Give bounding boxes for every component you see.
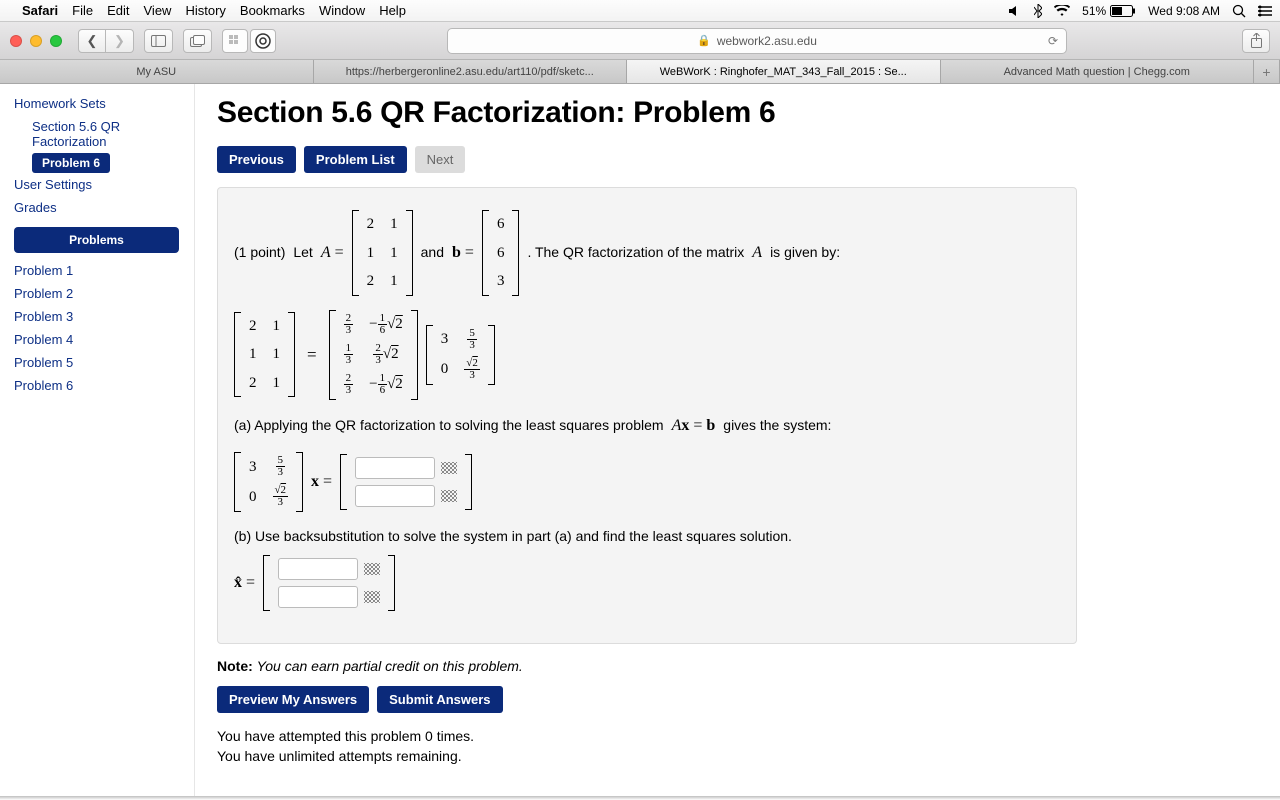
- answer-input-b2[interactable]: [278, 586, 358, 608]
- sidebar-problems-header: Problems: [14, 227, 179, 253]
- wifi-icon[interactable]: [1054, 5, 1070, 17]
- fullscreen-window-button[interactable]: [50, 35, 62, 47]
- menu-help[interactable]: Help: [379, 3, 406, 18]
- volume-icon[interactable]: [1008, 5, 1022, 17]
- menu-view[interactable]: View: [144, 3, 172, 18]
- show-sidebar-button[interactable]: [144, 29, 173, 53]
- notification-center-icon[interactable]: [1258, 5, 1272, 17]
- menu-clock[interactable]: Wed 9:08 AM: [1148, 4, 1220, 18]
- matrix-A-repeat: 211121: [234, 312, 295, 398]
- nav-homework-sets[interactable]: Homework Sets: [14, 92, 184, 115]
- nav-current-problem[interactable]: Problem 6: [32, 153, 110, 173]
- matrix-R: 3530√23: [426, 325, 495, 385]
- answer-input-b1[interactable]: [278, 558, 358, 580]
- page-title: Section 5.6 QR Factorization: Problem 6: [217, 96, 1262, 130]
- answer-input-a1[interactable]: [355, 457, 435, 479]
- keypad-icon[interactable]: [441, 490, 457, 502]
- matrix-R-repeat: 3530√23: [234, 452, 303, 512]
- next-button: Next: [415, 146, 466, 173]
- main-content: Section 5.6 QR Factorization: Problem 6 …: [195, 84, 1280, 796]
- mac-menubar: Safari File Edit View History Bookmarks …: [0, 0, 1280, 22]
- tab-webwork[interactable]: WeBWorK : Ringhofer_MAT_343_Fall_2015 : …: [627, 60, 941, 83]
- share-button[interactable]: [1242, 29, 1270, 53]
- nav-problem-2[interactable]: Problem 2: [14, 282, 184, 305]
- matrix-A: 211121: [352, 210, 413, 296]
- spotlight-icon[interactable]: [1232, 4, 1246, 18]
- preview-answers-button[interactable]: Preview My Answers: [217, 686, 369, 713]
- points-label: (1 point): [234, 242, 285, 263]
- show-all-tabs-button[interactable]: [183, 29, 212, 53]
- keypad-icon[interactable]: [441, 462, 457, 474]
- safari-toolbar: ❮ ❯ 🔒 webwork2.asu.edu ⟳: [0, 22, 1280, 60]
- app-name[interactable]: Safari: [22, 3, 58, 18]
- bluetooth-icon[interactable]: [1034, 4, 1042, 18]
- answer-vector-b: [263, 555, 395, 611]
- submit-answers-button[interactable]: Submit Answers: [377, 686, 502, 713]
- reload-button[interactable]: ⟳: [1048, 34, 1058, 48]
- safari-tab-bar: My ASU https://herbergeronline2.asu.edu/…: [0, 60, 1280, 84]
- previous-button[interactable]: Previous: [217, 146, 296, 173]
- new-tab-button[interactable]: +: [1254, 60, 1280, 83]
- sidebar: Homework Sets Section 5.6 QR Factorizati…: [0, 84, 195, 796]
- nav-grades[interactable]: Grades: [14, 196, 184, 219]
- answer-input-a2[interactable]: [355, 485, 435, 507]
- note-line: Note: You can earn partial credit on thi…: [217, 658, 1262, 674]
- keypad-icon[interactable]: [364, 563, 380, 575]
- tab-herberger[interactable]: https://herbergeronline2.asu.edu/art110/…: [314, 60, 628, 83]
- forward-button[interactable]: ❯: [106, 29, 134, 53]
- address-host: webwork2.asu.edu: [717, 34, 817, 48]
- nav-problem-6[interactable]: Problem 6: [14, 374, 184, 397]
- menu-window[interactable]: Window: [319, 3, 365, 18]
- nav-user-settings[interactable]: User Settings: [14, 173, 184, 196]
- close-window-button[interactable]: [10, 35, 22, 47]
- keypad-icon[interactable]: [364, 591, 380, 603]
- nav-problem-4[interactable]: Problem 4: [14, 328, 184, 351]
- part-b-text: (b) Use backsubstitution to solve the sy…: [234, 526, 1060, 547]
- address-bar[interactable]: 🔒 webwork2.asu.edu ⟳: [447, 28, 1067, 54]
- back-button[interactable]: ❮: [78, 29, 106, 53]
- vector-b: 663: [482, 210, 520, 296]
- lock-icon: 🔒: [697, 34, 711, 47]
- part-a-text: (a) Applying the QR factorization to sol…: [234, 415, 664, 436]
- nav-section-link[interactable]: Section 5.6 QR Factorization: [14, 115, 184, 153]
- attempts-info: You have attempted this problem 0 times.…: [217, 727, 1262, 766]
- problem-panel: (1 point) Let A = 211121 and b = 663 . T…: [217, 187, 1077, 644]
- tab-chegg[interactable]: Advanced Math question | Chegg.com: [941, 60, 1255, 83]
- menu-bookmarks[interactable]: Bookmarks: [240, 3, 305, 18]
- menu-file[interactable]: File: [72, 3, 93, 18]
- tail-text: . The QR factorization of the matrix: [527, 242, 744, 263]
- minimize-window-button[interactable]: [30, 35, 42, 47]
- battery-status[interactable]: 51%: [1082, 4, 1136, 18]
- nav-problem-3[interactable]: Problem 3: [14, 305, 184, 328]
- given-by-text: is given by:: [770, 242, 840, 263]
- favicon-slot-2[interactable]: [250, 29, 276, 53]
- tab-my-asu[interactable]: My ASU: [0, 60, 314, 83]
- and-text: and: [421, 242, 444, 263]
- matrix-Q: 23−16√21323√223−16√2: [329, 310, 418, 400]
- menu-history[interactable]: History: [185, 3, 225, 18]
- menu-edit[interactable]: Edit: [107, 3, 129, 18]
- nav-back-forward: ❮ ❯: [78, 29, 134, 53]
- part-a-tail: gives the system:: [723, 415, 831, 436]
- answer-vector-a: [340, 454, 472, 510]
- let-text: Let: [293, 242, 312, 263]
- problem-list-button[interactable]: Problem List: [304, 146, 407, 173]
- favicon-slot-1[interactable]: [222, 29, 248, 53]
- window-controls: [10, 35, 62, 47]
- nav-problem-5[interactable]: Problem 5: [14, 351, 184, 374]
- nav-problem-1[interactable]: Problem 1: [14, 259, 184, 282]
